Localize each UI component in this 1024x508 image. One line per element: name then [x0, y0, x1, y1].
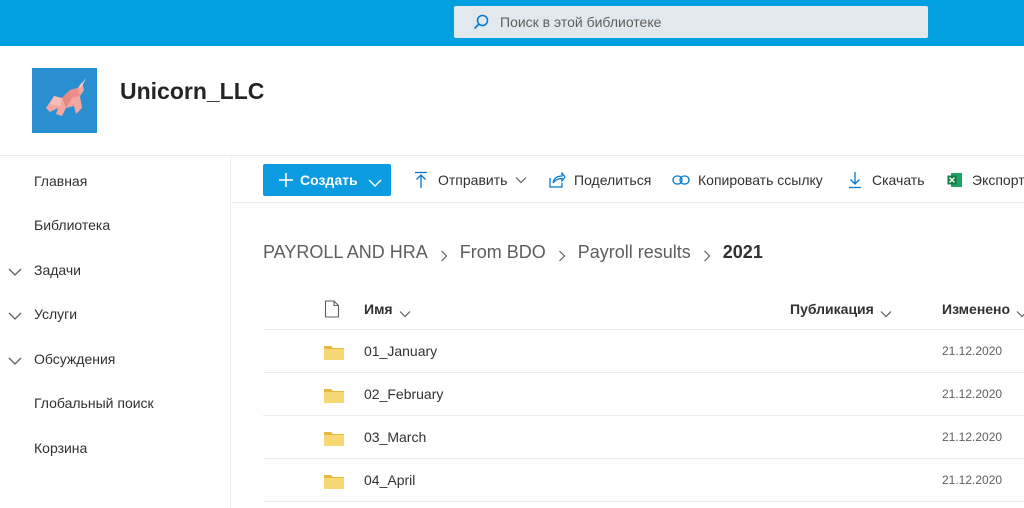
folder-icon: [324, 344, 344, 360]
download-button[interactable]: Скачать: [846, 164, 925, 196]
chevron-down-icon: [399, 305, 411, 318]
column-header-label: Публикация: [790, 301, 874, 317]
nav-item-label: Корзина: [34, 440, 88, 456]
share-button-label: Поделиться: [574, 172, 652, 188]
item-modified: 21.12.2020: [942, 387, 1003, 401]
search-icon: [472, 12, 492, 32]
chevron-down-icon: [368, 175, 382, 187]
nav-item-services[interactable]: Услуги: [0, 292, 230, 336]
nav-item-global-search[interactable]: Глобальный поиск: [0, 381, 230, 425]
nav-item-label: Задачи: [34, 262, 82, 278]
left-navigation: Главная Библиотека Задачи Услуги Обсужде…: [0, 157, 231, 508]
chevron-down-icon: [1016, 305, 1024, 318]
share-icon: [548, 171, 566, 189]
list-item[interactable]: 01_January 21.12.2020: [263, 330, 1024, 373]
top-bar: [0, 0, 1024, 46]
unicorn-logo-icon: [32, 68, 97, 133]
link-icon: [672, 171, 690, 189]
site-header: Unicorn_LLC: [0, 46, 1024, 156]
upload-button[interactable]: Отправить: [412, 164, 527, 196]
item-name[interactable]: 04_April: [364, 472, 415, 488]
folder-icon: [324, 430, 344, 446]
nav-item-label: Главная: [34, 173, 88, 189]
export-button[interactable]: Экспорт: [946, 164, 1024, 196]
nav-item-discussions[interactable]: Обсуждения: [0, 337, 230, 381]
plus-icon: [278, 172, 294, 188]
item-modified: 21.12.2020: [942, 430, 1003, 444]
site-title[interactable]: Unicorn_LLC: [120, 78, 264, 105]
nav-item-recycle-bin[interactable]: Корзина: [0, 426, 230, 470]
breadcrumb-current: 2021: [722, 241, 763, 262]
upload-icon: [412, 171, 430, 189]
column-header-label: Изменено: [942, 301, 1011, 317]
nav-item-label: Обсуждения: [34, 351, 116, 367]
chevron-down-icon[interactable]: [8, 264, 22, 276]
download-button-label: Скачать: [872, 172, 925, 188]
upload-button-label: Отправить: [438, 172, 508, 188]
chevron-down-icon: [515, 176, 527, 184]
nav-item-label: Услуги: [34, 306, 78, 322]
folder-icon: [324, 387, 344, 403]
site-logo[interactable]: [32, 68, 97, 133]
nav-item-home[interactable]: Главная: [0, 159, 230, 203]
download-icon: [846, 171, 864, 189]
folder-icon: [324, 473, 344, 489]
list-item[interactable]: 04_April 21.12.2020: [263, 459, 1024, 502]
chevron-right-icon: [703, 246, 711, 262]
file-type-icon[interactable]: [324, 300, 340, 318]
list-header: Имя Публикация Изменено: [263, 288, 1024, 330]
nav-item-label: Библиотека: [34, 217, 111, 233]
breadcrumb-item[interactable]: From BDO: [460, 242, 546, 263]
chevron-down-icon[interactable]: [8, 353, 22, 365]
breadcrumb-item[interactable]: Payroll results: [578, 242, 691, 263]
list-item[interactable]: 02_February 21.12.2020: [263, 373, 1024, 416]
nav-item-label: Глобальный поиск: [34, 395, 154, 411]
item-modified: 21.12.2020: [942, 473, 1003, 487]
list-item[interactable]: 03_March 21.12.2020: [263, 416, 1024, 459]
nav-item-library[interactable]: Библиотека: [0, 203, 230, 247]
new-button[interactable]: Создать: [263, 164, 391, 196]
breadcrumb-item[interactable]: PAYROLL AND HRA: [263, 242, 428, 263]
chevron-right-icon: [558, 246, 566, 262]
column-header-name[interactable]: Имя: [364, 301, 411, 318]
column-header-label: Имя: [364, 301, 393, 317]
chevron-down-icon: [880, 305, 892, 318]
search-box[interactable]: [454, 6, 928, 38]
command-bar: Создать Отправить Поделиться Копировать …: [232, 157, 1024, 203]
item-name[interactable]: 01_January: [364, 343, 437, 359]
item-name[interactable]: 02_February: [364, 386, 443, 402]
export-button-label: Экспорт: [972, 172, 1024, 188]
item-name[interactable]: 03_March: [364, 429, 426, 445]
share-button[interactable]: Поделиться: [548, 164, 651, 196]
search-input[interactable]: [500, 14, 900, 30]
breadcrumb: PAYROLL AND HRA From BDO Payroll results…: [263, 240, 763, 264]
new-button-label: Создать: [300, 172, 358, 188]
item-modified: 21.12.2020: [942, 344, 1003, 358]
column-header-modified[interactable]: Изменено: [942, 301, 1024, 318]
excel-icon: [946, 171, 964, 189]
column-header-publication[interactable]: Публикация: [790, 301, 892, 318]
copy-link-button-label: Копировать ссылку: [698, 172, 823, 188]
nav-item-tasks[interactable]: Задачи: [0, 248, 230, 292]
chevron-down-icon[interactable]: [8, 308, 22, 320]
copy-link-button[interactable]: Копировать ссылку: [672, 164, 823, 196]
chevron-right-icon: [440, 246, 448, 262]
